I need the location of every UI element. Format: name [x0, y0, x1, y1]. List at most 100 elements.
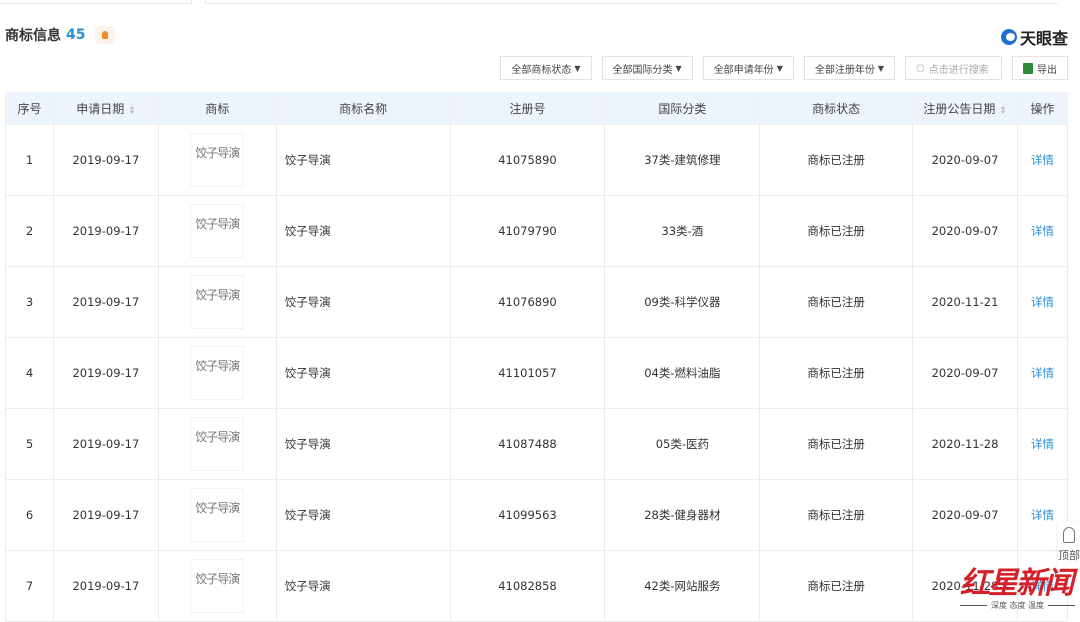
section-count: 45	[66, 27, 86, 43]
details-link[interactable]: 详情	[1031, 437, 1054, 451]
cell-apply-date: 2019-09-17	[52, 266, 159, 338]
filter-label: 全部注册年份	[814, 64, 875, 76]
header-apply-date[interactable]: 申请日期 ⇕	[52, 92, 159, 125]
caret-down-icon: ▼	[877, 63, 884, 73]
filter-status-dropdown[interactable]: 全部商标状态 ▼	[500, 56, 592, 80]
caret-down-icon: ▼	[574, 63, 581, 73]
tianyancha-logo: 天眼查	[1000, 25, 1068, 49]
cell-reg-no: 41076890	[449, 266, 606, 338]
cell-class: 28类-健身器材	[604, 479, 761, 551]
excel-icon	[1023, 62, 1033, 74]
cell-class: 09类-科学仪器	[604, 266, 761, 338]
cell-pub-date: 2020-09-07	[912, 337, 1018, 409]
cell-class: 04类-燃料油脂	[604, 337, 761, 409]
cell-name: 饺子导演	[275, 479, 451, 551]
cell-no: 5	[5, 408, 54, 480]
caret-down-icon: ▼	[776, 63, 783, 73]
trademark-image[interactable]: 饺子导演	[190, 204, 245, 258]
details-link[interactable]: 详情	[1031, 366, 1054, 380]
filter-class-dropdown[interactable]: 全部国际分类 ▼	[601, 56, 693, 80]
cell-mark: 饺子导演	[157, 550, 277, 622]
cell-pub-date: 2020-11-21	[912, 266, 1018, 338]
section-title-text: 商标信息	[5, 28, 61, 44]
cell-pub-date: 2020-09-07	[912, 195, 1018, 267]
trademark-image[interactable]: 饺子导演	[190, 133, 245, 187]
filter-label: 全部国际分类	[612, 64, 673, 76]
filter-label: 全部申请年份	[713, 64, 774, 76]
cell-status: 商标已注册	[759, 266, 914, 338]
rocket-icon	[1063, 527, 1075, 543]
search-input[interactable]: ○ 点击进行搜索	[905, 56, 1002, 80]
details-link[interactable]: 详情	[1031, 224, 1054, 238]
toolbar: 全部商标状态 ▼ 全部国际分类 ▼ 全部申请年份 ▼ 全部注册年份 ▼ ○ 点击进行搜索 …	[500, 56, 1068, 80]
sort-icon[interactable]: ⇕	[999, 106, 1007, 116]
header-no: 序号	[5, 92, 54, 125]
cell-mark: 饺子导演	[157, 408, 277, 480]
export-button[interactable]: 导出	[1012, 56, 1068, 80]
search-placeholder: 点击进行搜索	[928, 64, 989, 76]
table-header: 序号 申请日期 ⇕ 商标 商标名称 注册号 国际分类 商标状态 注册公告日期 ⇕…	[5, 92, 1069, 125]
trademark-image[interactable]: 饺子导演	[190, 488, 245, 542]
cell-reg-no: 41075890	[449, 124, 606, 196]
table-row: 7 2019-09-17 饺子导演 饺子导演 41082858 42类-网站服务…	[5, 550, 1069, 622]
cell-apply-date: 2019-09-17	[52, 124, 159, 196]
trademark-image[interactable]: 饺子导演	[190, 346, 245, 400]
cell-no: 7	[5, 550, 54, 622]
caret-down-icon: ▼	[675, 63, 682, 73]
cell-name: 饺子导演	[275, 408, 451, 480]
cell-reg-no: 41082858	[449, 550, 606, 622]
filter-apply-year-dropdown[interactable]: 全部申请年份 ▼	[702, 56, 794, 80]
header-mark: 商标	[157, 92, 277, 125]
details-link[interactable]: 详情	[1031, 508, 1054, 522]
trademark-table: 序号 申请日期 ⇕ 商标 商标名称 注册号 国际分类 商标状态 注册公告日期 ⇕…	[5, 92, 1069, 622]
cell-no: 1	[5, 124, 54, 196]
cell-mark: 饺子导演	[157, 479, 277, 551]
trademark-image[interactable]: 饺子导演	[190, 559, 245, 613]
cell-action: 详情	[1016, 337, 1069, 409]
cell-mark: 饺子导演	[157, 337, 277, 409]
cell-status: 商标已注册	[759, 408, 914, 480]
trademark-image[interactable]: 饺子导演	[190, 417, 245, 471]
cell-status: 商标已注册	[759, 550, 914, 622]
header-pub-date[interactable]: 注册公告日期 ⇕	[912, 92, 1018, 125]
cell-apply-date: 2019-09-17	[52, 479, 159, 551]
cell-status: 商标已注册	[759, 195, 914, 267]
header-label: 注册公告日期	[923, 102, 996, 116]
watermark-logo: 红星新闻 深度 态度 温度	[960, 558, 1075, 611]
eye-logo-icon	[1000, 29, 1017, 45]
cell-name: 饺子导演	[275, 124, 451, 196]
table-row: 6 2019-09-17 饺子导演 饺子导演 41099563 28类-健身器材…	[5, 479, 1069, 551]
cell-action: 详情	[1016, 266, 1069, 338]
table-row: 4 2019-09-17 饺子导演 饺子导演 41101057 04类-燃料油脂…	[5, 337, 1069, 409]
search-icon: ○	[916, 62, 925, 74]
details-link[interactable]: 详情	[1031, 295, 1054, 309]
bell-icon[interactable]	[95, 26, 116, 44]
cell-no: 6	[5, 479, 54, 551]
logo-text: 天眼查	[1019, 29, 1068, 48]
details-link[interactable]: 详情	[1031, 153, 1054, 167]
header-name: 商标名称	[275, 92, 451, 125]
cell-status: 商标已注册	[759, 124, 914, 196]
cell-name: 饺子导演	[275, 266, 451, 338]
header-action: 操作	[1016, 92, 1069, 125]
filter-reg-year-dropdown[interactable]: 全部注册年份 ▼	[803, 56, 895, 80]
header-class: 国际分类	[604, 92, 761, 125]
cell-no: 4	[5, 337, 54, 409]
trademark-image[interactable]: 饺子导演	[190, 275, 245, 329]
sort-icon[interactable]: ⇕	[128, 106, 136, 116]
export-label: 导出	[1037, 64, 1057, 76]
cell-action: 详情	[1016, 408, 1069, 480]
table-row: 5 2019-09-17 饺子导演 饺子导演 41087488 05类-医药 商…	[5, 408, 1069, 480]
cell-pub-date: 2020-09-07	[912, 479, 1018, 551]
section-title: 商标信息 45	[5, 25, 116, 45]
table-row: 2 2019-09-17 饺子导演 饺子导演 41079790 33类-酒 商标…	[5, 195, 1069, 267]
cell-reg-no: 41101057	[449, 337, 606, 409]
top-tab-left[interactable]	[0, 0, 192, 4]
table-row: 1 2019-09-17 饺子导演 饺子导演 41075890 37类-建筑修理…	[5, 124, 1069, 196]
cell-status: 商标已注册	[759, 479, 914, 551]
cell-no: 2	[5, 195, 54, 267]
table-row: 3 2019-09-17 饺子导演 饺子导演 41076890 09类-科学仪器…	[5, 266, 1069, 338]
cell-no: 3	[5, 266, 54, 338]
cell-pub-date: 2020-11-28	[912, 408, 1018, 480]
top-tab-right[interactable]	[205, 0, 1058, 4]
